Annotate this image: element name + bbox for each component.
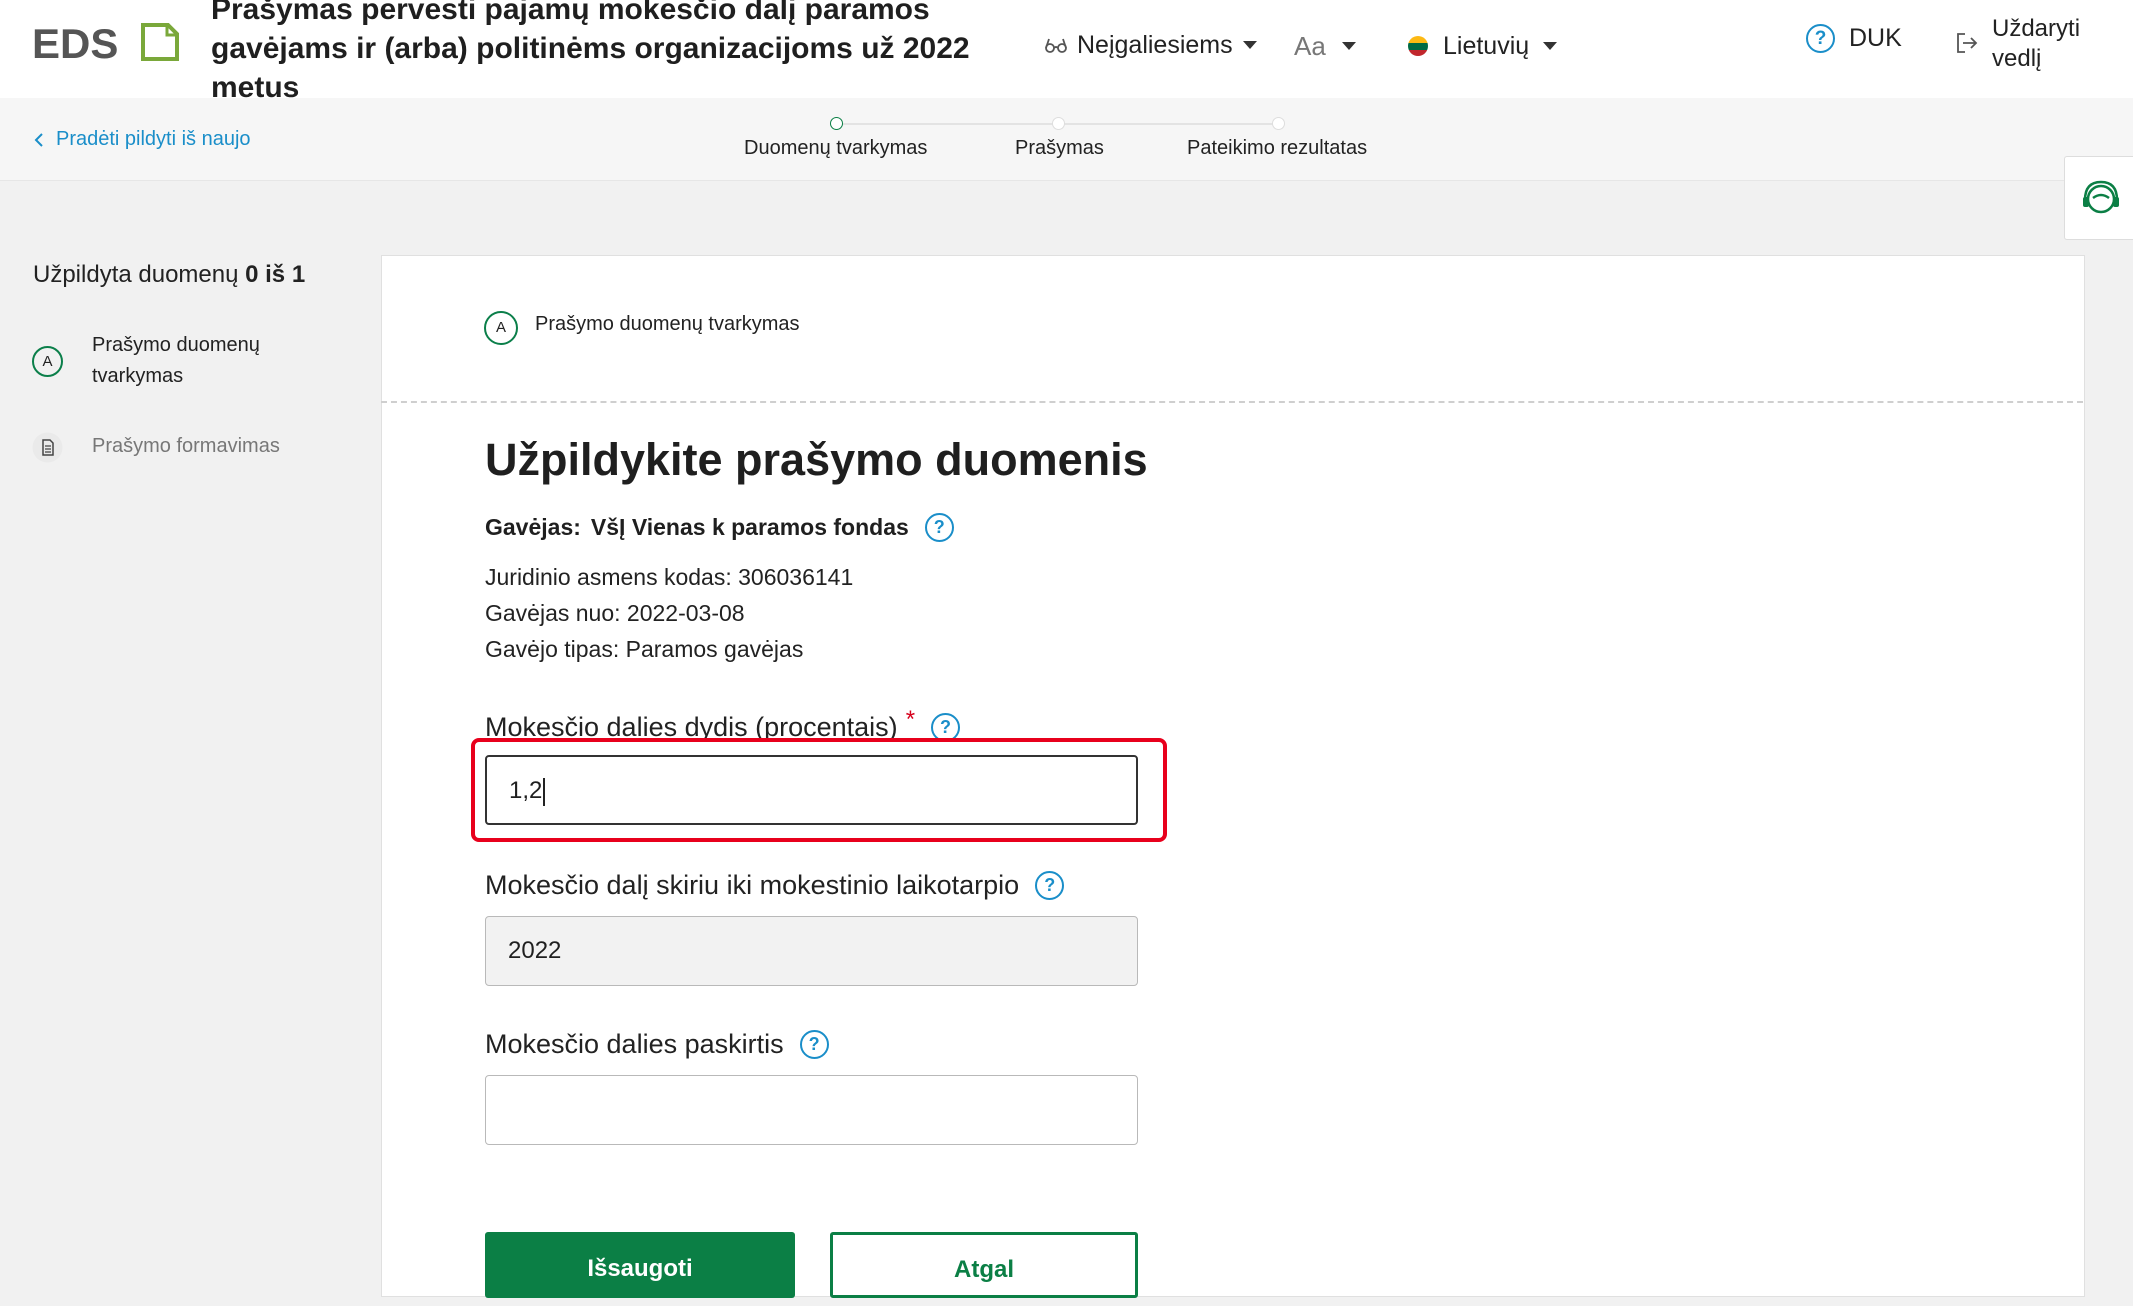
accessibility-menu[interactable]: Neįgaliesiems bbox=[1045, 28, 1257, 62]
help-circle-icon: ? bbox=[1806, 24, 1835, 53]
text-cursor bbox=[543, 777, 545, 806]
chevron-left-icon bbox=[34, 132, 43, 147]
section-a-badge: A bbox=[32, 346, 63, 377]
period-label-text: Mokesčio dalį skiriu iki mokestinio laik… bbox=[485, 870, 1020, 900]
sidebar-item-label-line1: Prašymo duomenų bbox=[92, 334, 260, 356]
card-divider bbox=[381, 401, 2083, 403]
language-label: Lietuvių bbox=[1443, 31, 1530, 60]
lithuanian-flag-icon bbox=[1408, 36, 1428, 56]
headset-icon bbox=[2083, 180, 2119, 214]
help-circle-icon[interactable]: ? bbox=[799, 1030, 829, 1059]
section-title: Prašymo duomenų tvarkymas bbox=[535, 313, 800, 335]
sidebar-item-data[interactable]: Prašymo duomenų tvarkymas bbox=[92, 330, 260, 392]
chevron-down-icon bbox=[1242, 41, 1257, 49]
purpose-input[interactable] bbox=[485, 1075, 1138, 1145]
back-button[interactable]: Atgal bbox=[830, 1232, 1138, 1298]
chevron-down-icon bbox=[1543, 42, 1558, 50]
progress-prefix: Užpildyta duomenų bbox=[33, 261, 239, 288]
step-label-data: Duomenų tvarkymas bbox=[744, 137, 928, 159]
exit-icon bbox=[1957, 33, 1978, 53]
chevron-down-icon bbox=[1341, 42, 1356, 50]
step-dot bbox=[1272, 117, 1285, 130]
required-marker: * bbox=[905, 705, 916, 733]
glasses-icon bbox=[1045, 38, 1067, 53]
help-circle-icon[interactable]: ? bbox=[924, 513, 954, 542]
help-circle-icon[interactable]: ? bbox=[1035, 871, 1065, 900]
font-size-menu[interactable]: Aa bbox=[1294, 28, 1356, 64]
save-button[interactable]: Išsaugoti bbox=[485, 1232, 795, 1298]
recipient-line: Gavėjas: VšĮ Vienas k paramos fondas ? bbox=[485, 513, 954, 542]
document-icon bbox=[32, 432, 63, 463]
period-year-field[interactable]: 2022 bbox=[485, 916, 1138, 986]
progress-value: 0 iš 1 bbox=[245, 261, 306, 288]
language-menu[interactable]: Lietuvių bbox=[1407, 29, 1558, 63]
accessibility-label: Neįgaliesiems bbox=[1077, 30, 1233, 59]
restart-label: Pradėti pildyti iš naujo bbox=[56, 128, 251, 150]
form-title: Užpildykite prašymo duomenis bbox=[485, 434, 1148, 485]
step-dot-active bbox=[830, 117, 843, 130]
purpose-field-label: Mokesčio dalies paskirtis ? bbox=[485, 1029, 829, 1060]
font-size-label: Aa bbox=[1294, 30, 1326, 61]
assistant-tab[interactable] bbox=[2064, 156, 2133, 240]
legal-code-line: Juridinio asmens kodas: 306036141 bbox=[485, 564, 854, 590]
progress-counter: Užpildyta duomenų 0 iš 1 bbox=[33, 261, 305, 289]
close-wizard-link[interactable]: Uždaryti vedlį bbox=[1956, 14, 2092, 74]
faq-link[interactable]: ? DUK bbox=[1806, 24, 1902, 53]
recipient-name: VšĮ Vienas k paramos fondas bbox=[590, 514, 909, 540]
sidebar-item-label-line2: tvarkymas bbox=[92, 365, 184, 387]
document-title: Prašymas pervesti pajamų mokesčio dalį p… bbox=[211, 0, 970, 104]
recipient-since-line: Gavėjas nuo: 2022-03-08 bbox=[485, 600, 745, 626]
recipient-prefix: Gavėjas: bbox=[485, 514, 581, 540]
step-dot bbox=[1052, 117, 1065, 130]
section-badge: A bbox=[484, 311, 518, 345]
close-wizard-label: Uždaryti vedlį bbox=[1992, 15, 2081, 72]
logo-text: EDS bbox=[32, 22, 118, 62]
faq-label: DUK bbox=[1849, 24, 1902, 52]
step-label-result: Pateikimo rezultatas bbox=[1187, 137, 1368, 159]
purpose-label-text: Mokesčio dalies paskirtis bbox=[485, 1029, 784, 1059]
recipient-type-line: Gavėjo tipas: Paramos gavėjas bbox=[485, 636, 804, 662]
percent-input-value: 1,2 bbox=[509, 777, 543, 804]
eds-logo[interactable]: EDS bbox=[32, 22, 182, 62]
step-label-request: Prašymas bbox=[1015, 137, 1104, 159]
percent-input[interactable]: 1,2 bbox=[485, 755, 1138, 825]
period-field-label: Mokesčio dalį skiriu iki mokestinio laik… bbox=[485, 870, 1065, 901]
restart-link[interactable]: Pradėti pildyti iš naujo bbox=[34, 128, 251, 151]
sidebar-item-form[interactable]: Prašymo formavimas bbox=[92, 431, 280, 462]
